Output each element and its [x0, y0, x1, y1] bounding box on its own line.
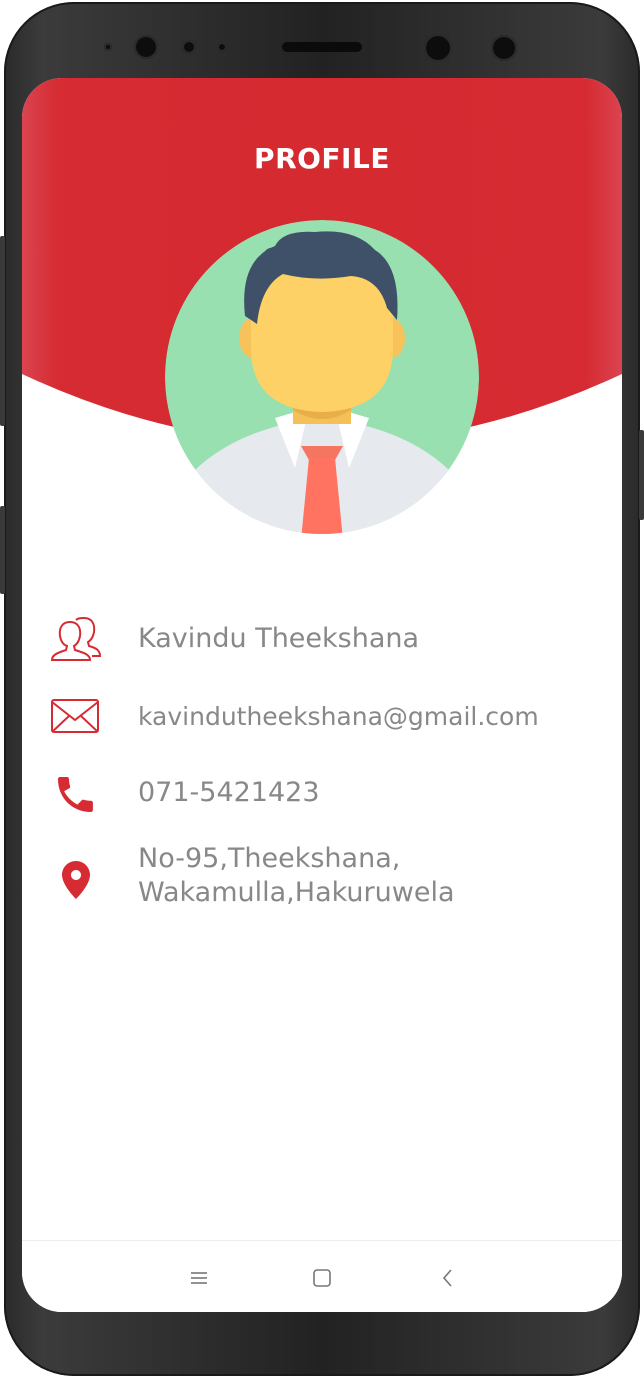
- address-line-1: No-95,Theekshana,: [138, 843, 401, 874]
- nav-home-button[interactable]: [307, 1263, 337, 1293]
- power-button: [639, 430, 644, 520]
- phone-frame: PROFILE Kavindu Theekshana kavindutheeks…: [0, 0, 644, 1378]
- location-pin-icon: [62, 861, 90, 899]
- app-screen: PROFILE Kavindu Theekshana kavindutheeks…: [22, 78, 622, 1312]
- sensor-dot: [104, 43, 112, 51]
- users-icon: [50, 617, 102, 661]
- front-camera: [134, 35, 158, 59]
- profile-avatar[interactable]: [165, 220, 479, 534]
- info-row-phone: 071-5421423: [22, 772, 622, 816]
- phone-icon: [58, 777, 93, 812]
- info-row-name: Kavindu Theekshana: [22, 616, 622, 666]
- volume-button: [0, 236, 5, 426]
- system-nav-bar: [22, 1240, 622, 1312]
- profile-phone[interactable]: 071-5421423: [138, 776, 320, 810]
- home-square-icon: [313, 1269, 331, 1287]
- menu-icon: [191, 1272, 207, 1284]
- address-line-2: Wakamulla,Hakuruwela: [138, 877, 455, 908]
- nav-back-button[interactable]: [433, 1263, 463, 1293]
- back-chevron-icon: [442, 1269, 452, 1287]
- sensor-dot: [217, 42, 227, 52]
- info-row-email: kavindutheekshana@gmail.com: [22, 698, 622, 738]
- earpiece-speaker: [282, 42, 362, 52]
- sensor-dot: [182, 40, 196, 54]
- envelope-icon: [51, 699, 99, 733]
- profile-address: No-95,Theekshana, Wakamulla,Hakuruwela: [138, 842, 455, 910]
- iris-sensor: [491, 35, 517, 61]
- side-button: [0, 506, 5, 594]
- info-row-address: No-95,Theekshana, Wakamulla,Hakuruwela: [22, 842, 622, 914]
- iris-camera: [424, 34, 452, 62]
- page-title: PROFILE: [254, 142, 390, 175]
- nav-menu-button[interactable]: [184, 1263, 214, 1293]
- profile-name: Kavindu Theekshana: [138, 623, 420, 654]
- profile-email[interactable]: kavindutheekshana@gmail.com: [138, 700, 539, 734]
